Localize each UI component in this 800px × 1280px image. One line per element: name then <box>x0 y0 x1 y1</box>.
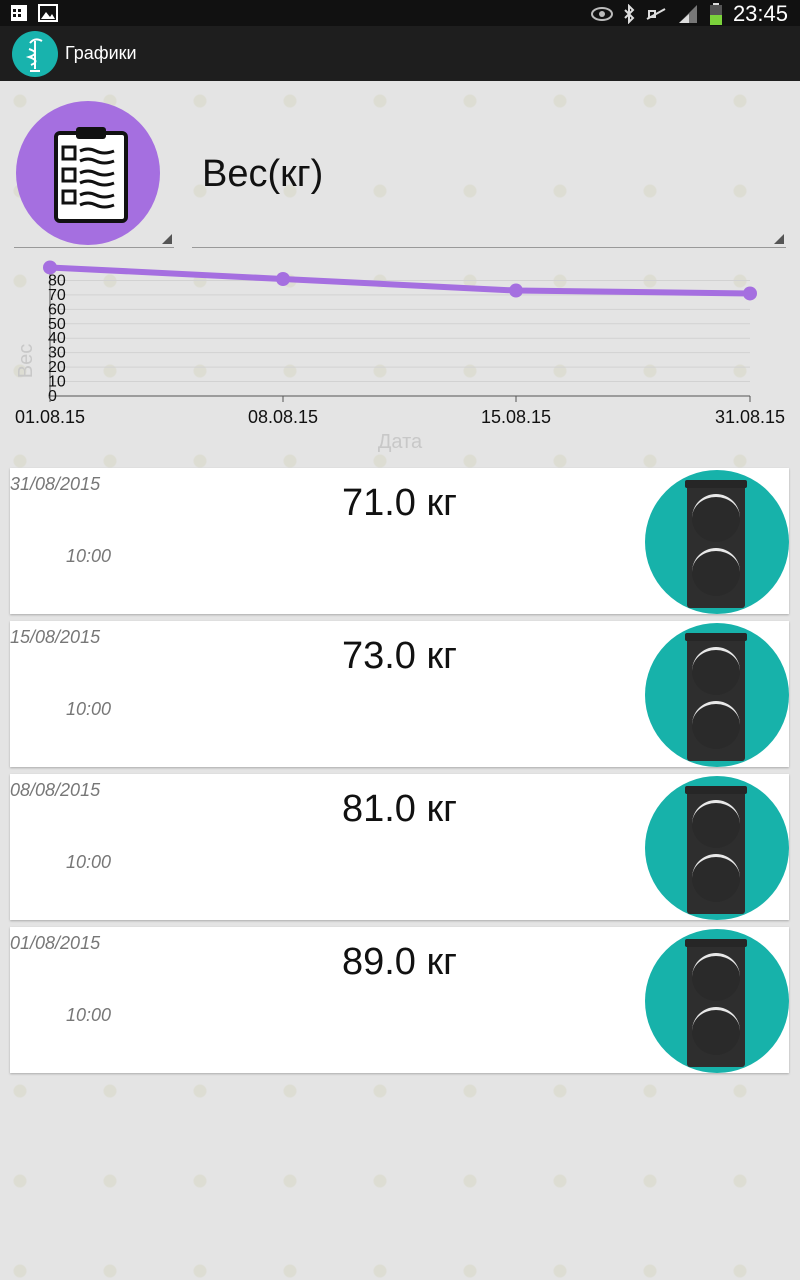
traffic-lamp <box>692 854 740 902</box>
traffic-light-body <box>685 786 747 914</box>
weight-chart: 0102030405060708001.08.15 08.08.15 15.08.1… <box>15 260 785 453</box>
app-title: Графики <box>65 43 137 63</box>
entry-time: 10:00 <box>66 699 112 719</box>
traffic-light-cap <box>685 939 747 947</box>
signal-icon <box>678 5 697 23</box>
list-item[interactable]: 31/08/2015 71.0 кг 10:00 <box>10 468 789 614</box>
calendar-icon <box>11 5 27 21</box>
x-axis-title: Дата <box>378 431 423 453</box>
content-area: Вес(кг) 0 10 20 30 40 50 60 70 80 01.08.15 08.08.1… <box>0 81 800 1280</box>
traffic-light-icon <box>645 470 789 614</box>
bluetooth-icon <box>624 4 635 24</box>
data-point <box>43 260 57 275</box>
list-item[interactable]: 08/08/2015 81.0 кг 10:00 <box>10 774 789 920</box>
y-tick-label: 80 <box>48 272 66 289</box>
traffic-lamp <box>692 548 740 596</box>
app-bar: Графики <box>0 26 800 81</box>
traffic-lamp <box>692 1007 740 1055</box>
entries-list: 31/08/2015 71.0 кг 10:00 15/08/2015 73.0 кг 1… <box>10 468 789 1080</box>
spinner-arrow-icon <box>162 234 172 244</box>
x-tick-label: 08.08.15 <box>248 407 318 427</box>
data-point <box>509 283 523 298</box>
icon-spinner[interactable] <box>14 234 174 250</box>
traffic-light-body <box>685 939 747 1067</box>
traffic-lamp <box>692 701 740 749</box>
traffic-light-cap <box>685 480 747 488</box>
spinner-arrow-icon <box>774 234 784 244</box>
parameter-spinner[interactable] <box>192 234 786 250</box>
x-tick-label: 15.08.15 <box>481 407 551 427</box>
mute-icon <box>646 8 666 20</box>
data-point <box>743 286 757 301</box>
eye-icon <box>590 7 613 21</box>
traffic-lamp <box>692 494 740 542</box>
data-point <box>276 272 290 286</box>
battery-icon <box>709 3 722 25</box>
image-icon <box>38 4 58 22</box>
list-item[interactable]: 01/08/2015 89.0 кг 10:00 <box>10 927 789 1073</box>
x-tick-label: 31.08.15 <box>715 407 785 427</box>
status-time: 23:45 <box>732 1 788 26</box>
traffic-light-cap <box>685 633 747 641</box>
list-item[interactable]: 15/08/2015 73.0 кг 10:00 <box>10 621 789 767</box>
traffic-light-icon <box>645 776 789 920</box>
y-axis-title: Вес <box>15 344 37 378</box>
entry-time: 10:00 <box>66 1005 112 1025</box>
traffic-lamp <box>692 647 740 695</box>
parameter-title: Вес(кг) <box>202 153 324 195</box>
traffic-light-body <box>685 480 747 608</box>
traffic-lamp <box>692 800 740 848</box>
traffic-lamp <box>692 953 740 1001</box>
status-bar: 23:45 <box>0 0 800 26</box>
app-logo-icon[interactable] <box>12 31 58 77</box>
traffic-light-icon <box>645 623 789 767</box>
traffic-light-cap <box>685 786 747 794</box>
traffic-light-body <box>685 633 747 761</box>
entry-time: 10:00 <box>66 852 112 872</box>
clipboard-checklist-icon[interactable] <box>16 101 160 245</box>
x-tick-label: 01.08.15 <box>15 407 85 427</box>
traffic-light-icon <box>645 929 789 1073</box>
entry-time: 10:00 <box>66 546 112 566</box>
